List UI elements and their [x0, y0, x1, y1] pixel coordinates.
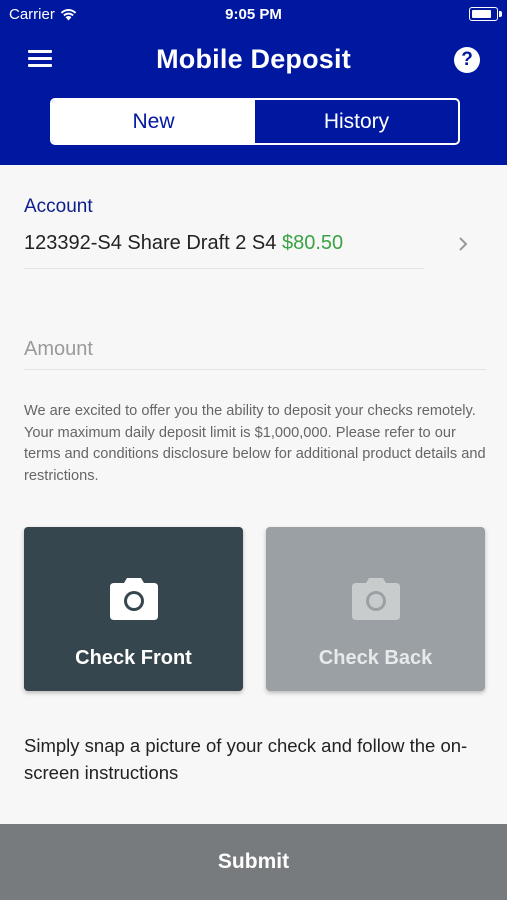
check-front-label: Check Front	[75, 647, 192, 669]
help-icon[interactable]: ?	[454, 47, 480, 73]
account-selector[interactable]: 123392-S4 Share Draft 2 S4 $80.50	[24, 232, 424, 255]
tab-history[interactable]: History	[255, 100, 458, 143]
page-title: Mobile Deposit	[156, 44, 351, 74]
instructions-text: Simply snap a picture of your check and …	[24, 735, 468, 783]
battery-level	[472, 10, 491, 18]
battery-icon	[469, 7, 502, 21]
tab-switcher: New History	[50, 98, 460, 145]
camera-icon	[352, 578, 400, 620]
deposit-disclaimer: We are excited to offer you the ability …	[24, 403, 486, 484]
camera-icon	[110, 578, 158, 620]
account-label: Account	[24, 196, 93, 217]
check-front-button[interactable]: Check Front	[24, 527, 243, 691]
account-name: 123392-S4 Share Draft 2 S4	[24, 232, 277, 254]
check-back-label: Check Back	[318, 647, 433, 669]
chevron-right-icon[interactable]	[457, 236, 469, 252]
account-balance: $80.50	[281, 232, 344, 254]
status-time: 9:05 PM	[225, 6, 282, 23]
amount-input[interactable]	[24, 330, 486, 370]
submit-button[interactable]: Submit	[0, 824, 507, 900]
check-back-button[interactable]: Check Back	[266, 527, 485, 691]
tab-new[interactable]: New	[52, 100, 255, 143]
status-bar: Carrier 9:05 PM	[0, 0, 507, 28]
account-divider	[24, 268, 424, 269]
header: Carrier 9:05 PM Mobile Deposit ? New His…	[0, 0, 507, 165]
